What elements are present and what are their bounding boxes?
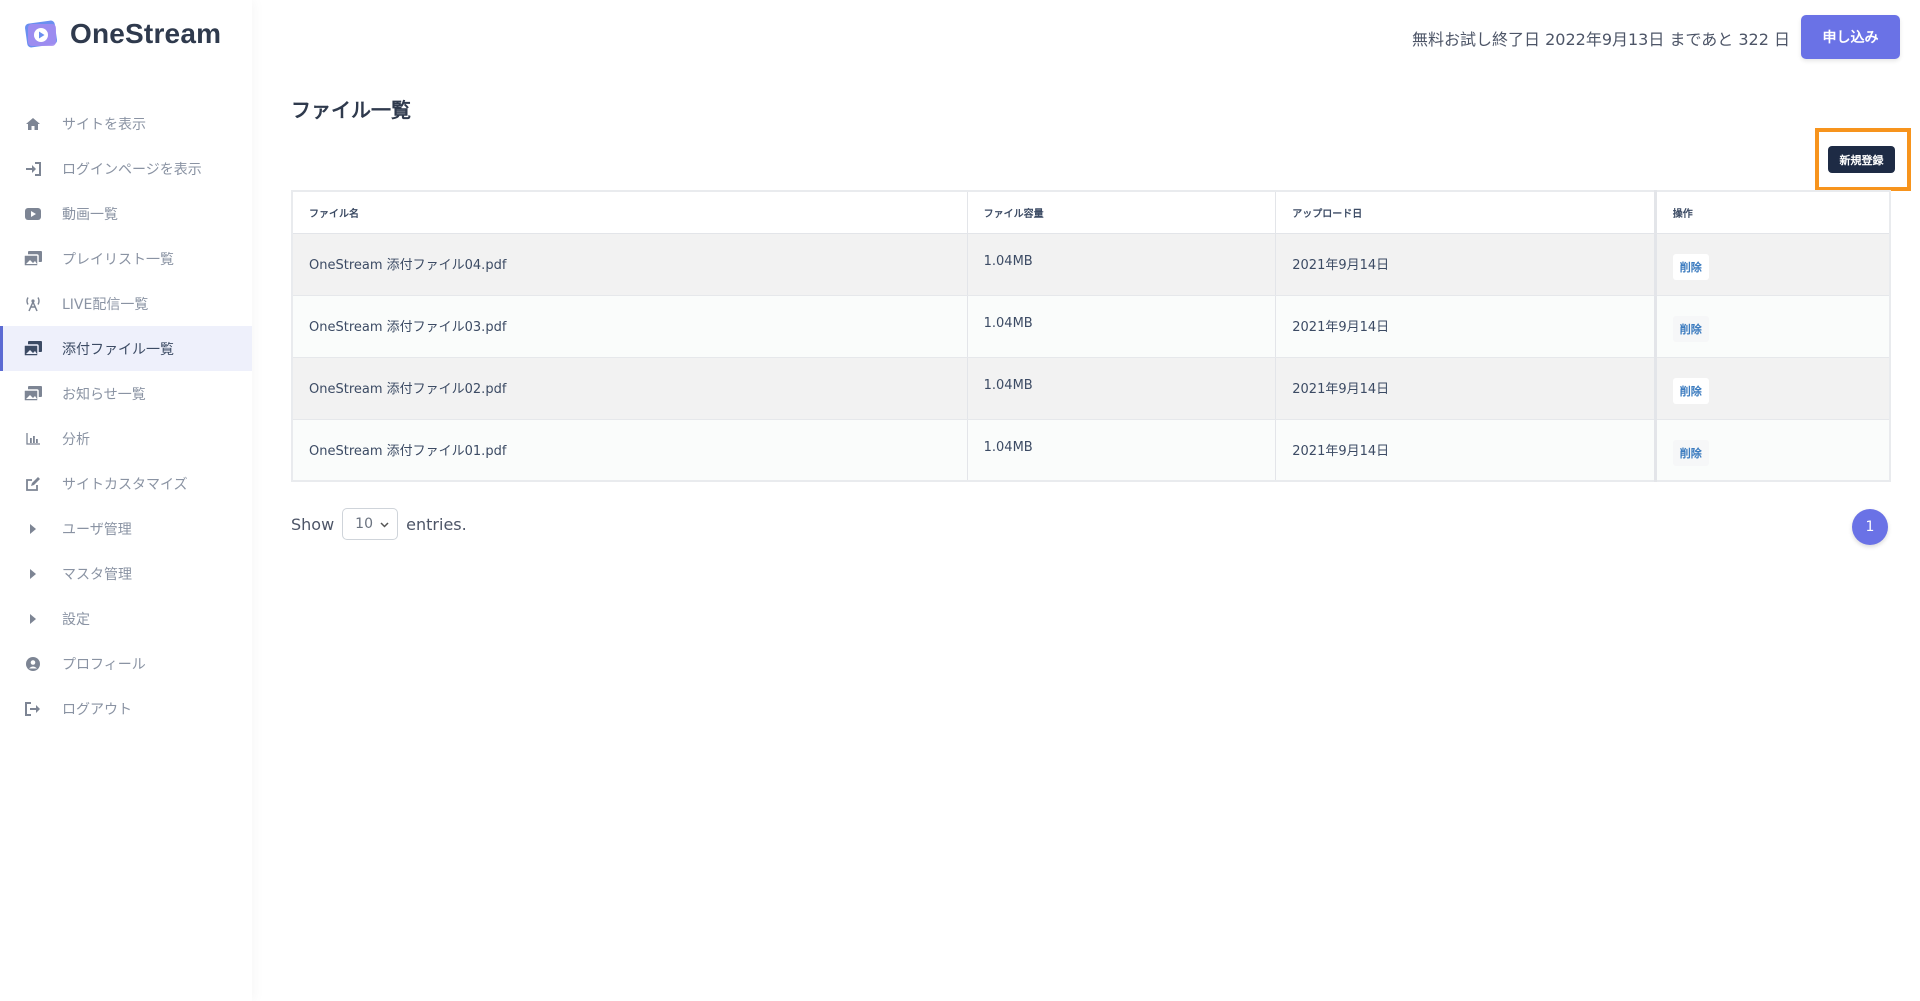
sidebar-item-view-site[interactable]: サイトを表示 bbox=[0, 101, 252, 146]
sidebar-item-label: マスタ管理 bbox=[62, 566, 132, 583]
sidebar-item-attachments[interactable]: 添付ファイル一覧 bbox=[0, 326, 252, 371]
actions-cell: 削除 bbox=[1653, 295, 1891, 358]
sidebar-item-analytics[interactable]: 分析 bbox=[0, 416, 252, 461]
caret-right-icon bbox=[24, 565, 42, 583]
column-header-size[interactable]: ファイル容量 bbox=[967, 191, 1277, 234]
column-header-actions: 操作 bbox=[1653, 191, 1891, 234]
sidebar-item-label: ユーザ管理 bbox=[62, 521, 132, 538]
upload-date: 2021年9月14日 bbox=[1275, 295, 1656, 358]
file-name: OneStream 添付ファイル03.pdf bbox=[292, 295, 968, 358]
actions-cell: 削除 bbox=[1653, 233, 1891, 296]
pagination-page-1[interactable]: 1 bbox=[1852, 509, 1888, 545]
sidebar-item-label: プレイリスト一覧 bbox=[62, 251, 174, 268]
sidebar-item-logout[interactable]: ログアウト bbox=[0, 686, 252, 731]
file-size: 1.04MB bbox=[967, 419, 1277, 482]
entries-value: 10 bbox=[355, 516, 373, 532]
sidebar-item-label: 設定 bbox=[62, 611, 90, 628]
sidebar-nav: サイトを表示 ログインページを表示 動画一覧 プレイリスト一覧 LIVE配信一覧 bbox=[0, 101, 252, 731]
table-row: OneStream 添付ファイル02.pdf 1.04MB 2021年9月14日… bbox=[292, 357, 1891, 420]
sidebar-item-label: お知らせ一覧 bbox=[62, 386, 146, 403]
actions-cell: 削除 bbox=[1653, 419, 1891, 482]
images-icon bbox=[24, 385, 42, 403]
sidebar-item-label: プロフィール bbox=[62, 656, 146, 673]
sign-out-icon bbox=[24, 700, 42, 718]
column-header-date[interactable]: アップロード日 bbox=[1275, 191, 1656, 234]
delete-button[interactable]: 削除 bbox=[1672, 315, 1709, 342]
images-icon bbox=[24, 340, 42, 358]
sidebar-item-label: サイトを表示 bbox=[62, 116, 146, 133]
sidebar-item-live[interactable]: LIVE配信一覧 bbox=[0, 281, 252, 326]
entries-select[interactable]: 10 bbox=[342, 508, 399, 540]
video-icon bbox=[24, 205, 42, 223]
bar-chart-icon bbox=[24, 430, 42, 448]
sidebar-item-login-page[interactable]: ログインページを表示 bbox=[0, 146, 252, 191]
file-size: 1.04MB bbox=[967, 295, 1277, 358]
app-name: OneStream bbox=[70, 18, 222, 49]
sidebar-item-label: ログインページを表示 bbox=[62, 161, 202, 178]
file-name: OneStream 添付ファイル04.pdf bbox=[292, 233, 968, 296]
entries-label: entries. bbox=[406, 514, 467, 534]
chevron-down-icon bbox=[380, 516, 389, 532]
page-title: ファイル一覧 bbox=[291, 98, 411, 122]
logo-icon bbox=[24, 19, 60, 49]
upload-date: 2021年9月14日 bbox=[1275, 419, 1656, 482]
entries-control: Show 10 entries. bbox=[291, 508, 467, 540]
delete-button[interactable]: 削除 bbox=[1672, 253, 1709, 280]
show-label: Show bbox=[291, 514, 335, 534]
sidebar-item-videos[interactable]: 動画一覧 bbox=[0, 191, 252, 236]
table-row: OneStream 添付ファイル04.pdf 1.04MB 2021年9月14日… bbox=[292, 233, 1891, 296]
sidebar-item-customize[interactable]: サイトカスタマイズ bbox=[0, 461, 252, 506]
sidebar-item-master-management[interactable]: マスタ管理 bbox=[0, 551, 252, 596]
user-circle-icon bbox=[24, 655, 42, 673]
file-size: 1.04MB bbox=[967, 357, 1277, 420]
app-logo[interactable]: OneStream bbox=[24, 18, 221, 50]
files-table: ファイル名 ファイル容量 アップロード日 操作 OneStream 添付ファイル… bbox=[291, 190, 1891, 482]
file-name: OneStream 添付ファイル02.pdf bbox=[292, 357, 968, 420]
trial-info: 無料お試し終了日 2022年9月13日 まであと 322 日 bbox=[1412, 30, 1790, 49]
sidebar-item-label: サイトカスタマイズ bbox=[62, 476, 188, 493]
broadcast-icon bbox=[24, 295, 42, 313]
upload-date: 2021年9月14日 bbox=[1275, 357, 1656, 420]
sidebar: OneStream サイトを表示 ログインページを表示 動画一覧 プレイリスト一… bbox=[0, 0, 252, 1001]
apply-button[interactable]: 申し込み bbox=[1801, 15, 1900, 59]
images-icon bbox=[24, 250, 42, 268]
sidebar-item-user-management[interactable]: ユーザ管理 bbox=[0, 506, 252, 551]
sidebar-item-playlists[interactable]: プレイリスト一覧 bbox=[0, 236, 252, 281]
sidebar-item-label: ログアウト bbox=[62, 701, 132, 718]
sidebar-item-notices[interactable]: お知らせ一覧 bbox=[0, 371, 252, 416]
sidebar-item-label: 動画一覧 bbox=[62, 206, 118, 223]
caret-right-icon bbox=[24, 610, 42, 628]
sidebar-item-label: 添付ファイル一覧 bbox=[62, 341, 174, 358]
file-name: OneStream 添付ファイル01.pdf bbox=[292, 419, 968, 482]
upload-date: 2021年9月14日 bbox=[1275, 233, 1656, 296]
sign-in-icon bbox=[24, 160, 42, 178]
table-row: OneStream 添付ファイル01.pdf 1.04MB 2021年9月14日… bbox=[292, 419, 1891, 482]
home-icon bbox=[24, 115, 42, 133]
sidebar-item-label: 分析 bbox=[62, 431, 90, 448]
delete-button[interactable]: 削除 bbox=[1672, 439, 1709, 466]
delete-button[interactable]: 削除 bbox=[1672, 377, 1709, 404]
caret-right-icon bbox=[24, 520, 42, 538]
new-register-button[interactable]: 新規登録 bbox=[1828, 146, 1895, 173]
file-size: 1.04MB bbox=[967, 233, 1277, 296]
sidebar-item-label: LIVE配信一覧 bbox=[62, 296, 149, 313]
actions-cell: 削除 bbox=[1653, 357, 1891, 420]
table-header-row: ファイル名 ファイル容量 アップロード日 操作 bbox=[292, 191, 1891, 234]
sidebar-item-settings[interactable]: 設定 bbox=[0, 596, 252, 641]
table-row: OneStream 添付ファイル03.pdf 1.04MB 2021年9月14日… bbox=[292, 295, 1891, 358]
edit-icon bbox=[24, 475, 42, 493]
sidebar-item-profile[interactable]: プロフィール bbox=[0, 641, 252, 686]
column-header-filename[interactable]: ファイル名 bbox=[292, 191, 968, 234]
